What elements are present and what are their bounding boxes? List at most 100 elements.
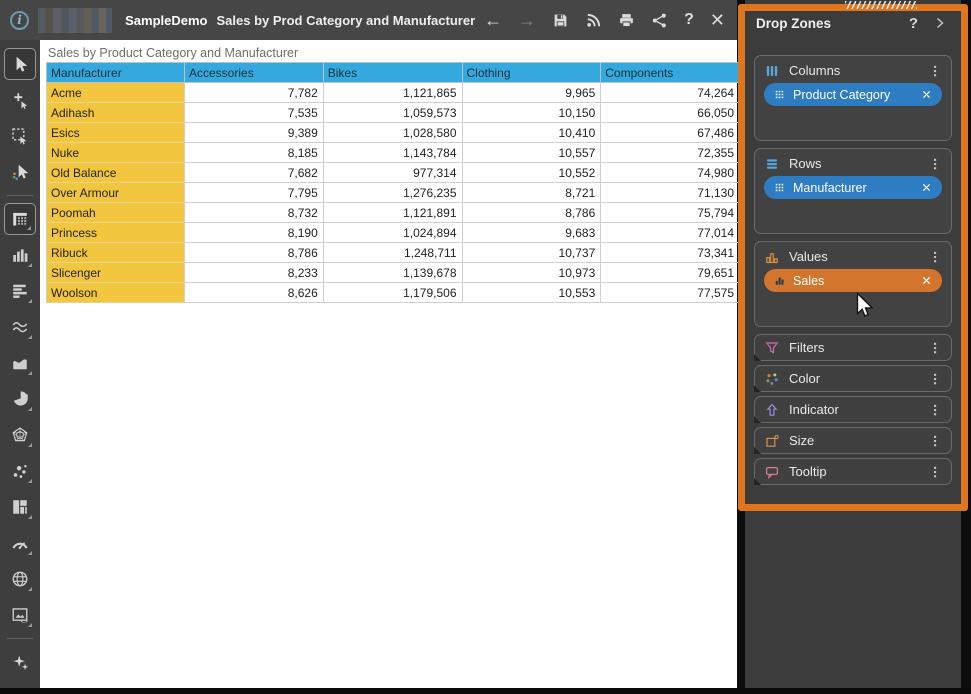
row-header-cell[interactable]: Ribuck (47, 243, 185, 263)
value-cell: 74,264 (601, 83, 740, 103)
column-header-cell[interactable]: Manufacturer (47, 63, 185, 83)
color-icon (764, 371, 780, 387)
value-cell: 72,355 (601, 143, 740, 163)
value-cell: 67,486 (601, 123, 740, 143)
table-row: Esics 9,3891,028,58010,41067,486 (47, 123, 740, 143)
kebab-icon[interactable] (927, 433, 943, 449)
zone-tooltip[interactable]: Tooltip (754, 458, 952, 485)
table-row: Princess 8,1901,024,8949,68377,014 (47, 223, 740, 243)
topbar-actions: ← →? ✕ (484, 11, 725, 29)
column-header-cell[interactable]: Clothing (462, 63, 601, 83)
sidebar-item-present[interactable] (4, 156, 36, 188)
value-cell: 1,179,506 (323, 283, 462, 303)
sidebar-item-gauge[interactable] (4, 527, 36, 559)
value-cell: 8,626 (185, 283, 324, 303)
measure-bars-icon (773, 274, 786, 287)
column-header-cell[interactable]: Bikes (323, 63, 462, 83)
sidebar-item-select-cursor[interactable] (4, 48, 36, 80)
close-button[interactable]: ✕ (710, 11, 725, 29)
value-cell: 10,557 (462, 143, 601, 163)
sidebar-item-custom-visualization[interactable]: <> (4, 599, 36, 631)
sidebar-item-marquee-select[interactable] (4, 120, 36, 152)
zone-rows[interactable]: Rows Manufacturer (754, 148, 952, 234)
row-header-cell[interactable]: Esics (47, 123, 185, 143)
kebab-icon[interactable] (927, 63, 943, 79)
sidebar-item-map[interactable] (4, 563, 36, 595)
column-header-cell[interactable]: Accessories (185, 63, 324, 83)
values-icon (764, 249, 780, 265)
row-header-cell[interactable]: Woolson (47, 283, 185, 303)
sidebar-item-area-chart[interactable] (4, 347, 36, 379)
sidebar-item-line-chart[interactable] (4, 311, 36, 343)
sidebar-item-column-chart[interactable] (4, 239, 36, 271)
row-header-cell[interactable]: Acme (47, 83, 185, 103)
row-header-cell[interactable]: Over Armour (47, 183, 185, 203)
field-pill-product-category[interactable]: Product Category (764, 83, 942, 106)
remove-icon[interactable] (920, 181, 933, 194)
sidebar-item-pie-chart[interactable] (4, 383, 36, 415)
value-cell: 10,552 (462, 163, 601, 183)
sidebar-item-bar-chart[interactable] (4, 275, 36, 307)
table-row: Nuke 8,1851,143,78410,55772,355 (47, 143, 740, 163)
value-cell: 79,651 (601, 263, 740, 283)
sidebar-item-radar-chart[interactable] (4, 419, 36, 451)
sidebar-item-scatter-plot[interactable] (4, 455, 36, 487)
sidebar-item-pivot-grid[interactable] (4, 203, 36, 235)
row-header-cell[interactable]: Poomah (47, 203, 185, 223)
row-header-cell[interactable]: Adihash (47, 103, 185, 123)
zone-values-header: Values (755, 242, 951, 268)
window-bottom-edge (0, 688, 971, 694)
row-header-cell[interactable]: Slicenger (47, 263, 185, 283)
kebab-icon[interactable] (927, 402, 943, 418)
help-icon[interactable]: ? (909, 16, 918, 31)
table-row: Adihash 7,5351,059,57310,15066,050 (47, 103, 740, 123)
info-icon[interactable]: i (10, 11, 29, 30)
field-pill-manufacturer[interactable]: Manufacturer (764, 176, 942, 199)
forward-button[interactable]: → (518, 11, 536, 29)
rows-icon (764, 156, 780, 172)
remove-icon[interactable] (920, 88, 933, 101)
value-cell: 75,794 (601, 203, 740, 223)
sidebar-item-treemap[interactable] (4, 491, 36, 523)
value-cell: 1,059,573 (323, 103, 462, 123)
zone-columns-label: Columns (789, 63, 840, 78)
zone-values[interactable]: Values Sales (754, 241, 952, 327)
back-button[interactable]: ← (484, 11, 502, 29)
zone-size[interactable]: Size (754, 427, 952, 454)
value-cell: 77,575 (601, 283, 740, 303)
save-button[interactable] (552, 12, 569, 29)
remove-icon[interactable] (920, 274, 933, 287)
kebab-icon[interactable] (927, 371, 943, 387)
help-button[interactable]: ? (684, 12, 694, 28)
columns-icon (764, 63, 780, 79)
kebab-icon[interactable] (927, 464, 943, 480)
print-button[interactable] (618, 12, 635, 29)
zone-columns[interactable]: Columns Product Category (754, 55, 952, 141)
sidebar-item-ai-assistant[interactable] (4, 646, 36, 678)
zone-tooltip-label: Tooltip (789, 464, 827, 479)
zone-size-label: Size (789, 433, 814, 448)
kebab-icon[interactable] (927, 249, 943, 265)
collapse-panel-icon[interactable] (932, 15, 948, 31)
field-pill-sales[interactable]: Sales (764, 269, 942, 292)
column-header-cell[interactable]: Components (601, 63, 740, 83)
zone-filters[interactable]: Filters (754, 334, 952, 361)
zone-color[interactable]: Color (754, 365, 952, 392)
indicator-icon (764, 402, 780, 418)
value-cell: 10,150 (462, 103, 601, 123)
sidebar-item-add-visualization[interactable] (4, 84, 36, 116)
kebab-icon[interactable] (927, 156, 943, 172)
share-button[interactable] (651, 12, 668, 29)
row-header-cell[interactable]: Old Balance (47, 163, 185, 183)
pivot-grid-table: ManufacturerAccessoriesBikesClothingComp… (46, 62, 740, 303)
feed-button[interactable] (585, 12, 602, 29)
value-cell: 7,682 (185, 163, 324, 183)
zone-color-label: Color (789, 371, 820, 386)
value-cell: 8,786 (462, 203, 601, 223)
size-icon (764, 433, 780, 449)
row-header-cell[interactable]: Nuke (47, 143, 185, 163)
zone-indicator[interactable]: Indicator (754, 396, 952, 423)
grid-canvas: Sales by Product Category and Manufactur… (40, 40, 737, 688)
kebab-icon[interactable] (927, 340, 943, 356)
row-header-cell[interactable]: Princess (47, 223, 185, 243)
